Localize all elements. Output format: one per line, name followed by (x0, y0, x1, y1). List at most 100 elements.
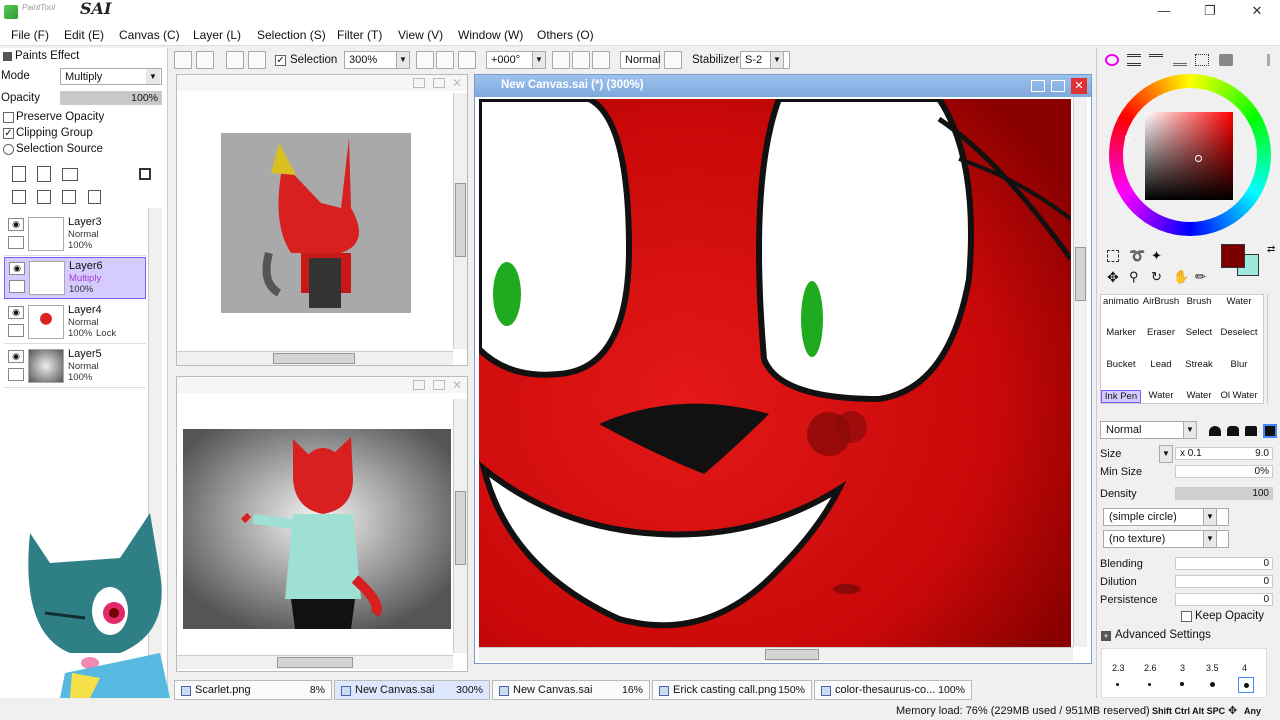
mode-dropdown-icon[interactable]: ▼ (146, 69, 160, 84)
density-slider[interactable]: 100 (1175, 487, 1273, 500)
tool-water[interactable]: Water (1219, 296, 1259, 307)
minimize-icon[interactable] (413, 78, 425, 88)
preset-size[interactable]: 2.6 (1144, 663, 1157, 673)
close-icon[interactable]: ✕ (1071, 78, 1087, 94)
menu-layer[interactable]: Layer (L) (193, 28, 241, 42)
advanced-settings-label[interactable]: Advanced Settings (1115, 629, 1211, 641)
tool-animatio[interactable]: animatio (1101, 296, 1141, 307)
scrollbar-vertical[interactable] (453, 399, 467, 653)
tool-marker[interactable]: Marker (1101, 327, 1141, 338)
zoom-icon[interactable]: ⚲ (1129, 269, 1139, 285)
tool-grid-scrollbar[interactable] (1267, 294, 1280, 404)
menu-selection[interactable]: Selection (S) (257, 28, 326, 42)
tab-document[interactable]: Erick casting call.png 150% (652, 680, 812, 700)
scrollbar-thumb[interactable] (277, 657, 353, 668)
drawing-canvas[interactable] (479, 99, 1071, 647)
restore-icon[interactable]: ❐ (1198, 2, 1222, 20)
new-linework-layer-icon[interactable] (37, 166, 51, 182)
magic-wand-icon[interactable]: ✦ (1151, 248, 1162, 264)
preset-size[interactable]: 3.5 (1206, 663, 1219, 673)
brush-texture-dropdown-icon[interactable]: ▼ (1203, 530, 1217, 548)
eye-icon[interactable]: ◉ (8, 218, 24, 231)
tool-blur[interactable]: Blur (1219, 359, 1259, 370)
saturation-value-square[interactable] (1145, 112, 1233, 200)
eye-icon[interactable]: ◉ (8, 350, 24, 363)
maximize-icon[interactable] (433, 380, 445, 390)
scrollbar-horizontal[interactable] (177, 655, 453, 669)
tool-deselect[interactable]: Deselect (1219, 327, 1259, 338)
swatches-tab-icon[interactable] (1195, 54, 1209, 66)
view-blend-field[interactable]: Normal (620, 51, 660, 69)
layer-item-selected[interactable]: ◉ Layer6 Multiply 100% (4, 257, 146, 299)
tool-select[interactable]: Select (1179, 327, 1219, 338)
scratchpad-tab-icon[interactable] (1219, 54, 1233, 66)
eye-icon[interactable]: ◉ (8, 306, 24, 319)
lasso-icon[interactable]: ➰ (1129, 248, 1145, 264)
rotation-dropdown-icon[interactable]: ▼ (532, 51, 546, 69)
rotate-right-icon[interactable] (592, 51, 610, 69)
move-icon[interactable]: ✥ (1107, 269, 1119, 286)
tool-streak[interactable]: Streak (1179, 359, 1219, 370)
new-layer-icon[interactable] (12, 166, 26, 182)
marquee-icon[interactable] (1107, 250, 1119, 262)
preset-dot[interactable] (1180, 682, 1184, 686)
preset-dot[interactable] (1148, 683, 1151, 686)
hue-cursor[interactable] (1125, 134, 1132, 141)
menu-filter[interactable]: Filter (T) (337, 28, 382, 42)
tab-document-active[interactable]: New Canvas.sai 300% (334, 680, 490, 700)
tool-water-2[interactable]: Water (1141, 390, 1181, 401)
layer-lock-box[interactable] (8, 324, 24, 337)
tool-ink-pen[interactable]: Ink Pen (1101, 390, 1141, 403)
tool-bucket[interactable]: Bucket (1101, 359, 1141, 370)
maximize-icon[interactable] (433, 78, 445, 88)
brush-shape-buttons[interactable] (1205, 424, 1277, 438)
tab-document[interactable]: Scarlet.png 8% (174, 680, 332, 700)
tool-water-3[interactable]: Water (1179, 390, 1219, 401)
tool-brush[interactable]: Brush (1179, 296, 1219, 307)
preset-dot[interactable] (1116, 683, 1119, 686)
preset-dot[interactable] (1210, 682, 1215, 687)
preset-dot-selected[interactable] (1238, 677, 1254, 693)
selection-edge-icon[interactable] (248, 51, 266, 69)
rotate-left-icon[interactable] (552, 51, 570, 69)
transfer-down-icon[interactable] (37, 190, 51, 204)
rgb-slider-tab-icon[interactable] (1127, 54, 1141, 66)
tool-airbrush[interactable]: AirBrush (1141, 296, 1181, 307)
color-wheel[interactable] (1109, 74, 1271, 236)
menu-edit[interactable]: Edit (E) (64, 28, 104, 42)
copy-layer-icon[interactable] (12, 190, 26, 204)
panel-scrollbar[interactable] (1267, 54, 1277, 66)
trash-icon[interactable] (88, 190, 101, 204)
scrollbar-vertical[interactable] (453, 93, 467, 349)
scrollbar-thumb[interactable] (765, 649, 819, 660)
scrollbar-horizontal[interactable] (479, 647, 1073, 661)
close-icon[interactable]: ✕ (1245, 2, 1269, 20)
layer-item[interactable]: ◉ Layer3 Normal 100% (4, 214, 146, 256)
preserve-opacity-checkbox[interactable] (3, 112, 14, 123)
swap-colors-icon[interactable]: ⇄ (1267, 244, 1275, 255)
hsv-slider-tab-icon[interactable] (1149, 54, 1163, 66)
zoom-out-icon[interactable] (416, 51, 434, 69)
eye-icon[interactable]: ◉ (9, 262, 25, 275)
size-slider[interactable]: x 0.1 9.0 (1175, 447, 1273, 460)
eyedropper-icon[interactable]: ✏ (1195, 269, 1206, 285)
close-icon[interactable]: ✕ (452, 76, 462, 90)
dilution-slider[interactable]: 0 (1175, 575, 1273, 588)
layer-lock-box[interactable] (8, 236, 24, 249)
scrollbar-vertical[interactable] (1073, 97, 1087, 647)
min-size-slider[interactable]: 0% (1175, 465, 1273, 478)
tool-lead[interactable]: Lead (1141, 359, 1181, 370)
primary-color-swatch[interactable] (1221, 244, 1245, 268)
merge-down-icon[interactable] (62, 190, 76, 204)
menu-others[interactable]: Others (O) (537, 28, 594, 42)
flip-icon[interactable] (664, 51, 682, 69)
rotate-reset-icon[interactable] (572, 51, 590, 69)
persistence-slider[interactable]: 0 (1175, 593, 1273, 606)
selection-source-radio[interactable] (3, 144, 14, 155)
brush-shape-dropdown-icon[interactable]: ▼ (1203, 508, 1217, 526)
minimize-icon[interactable] (1031, 80, 1045, 92)
menu-view[interactable]: View (V) (398, 28, 443, 42)
zoom-in-icon[interactable] (436, 51, 454, 69)
menu-window[interactable]: Window (W) (458, 28, 523, 42)
menu-canvas[interactable]: Canvas (C) (119, 28, 180, 42)
